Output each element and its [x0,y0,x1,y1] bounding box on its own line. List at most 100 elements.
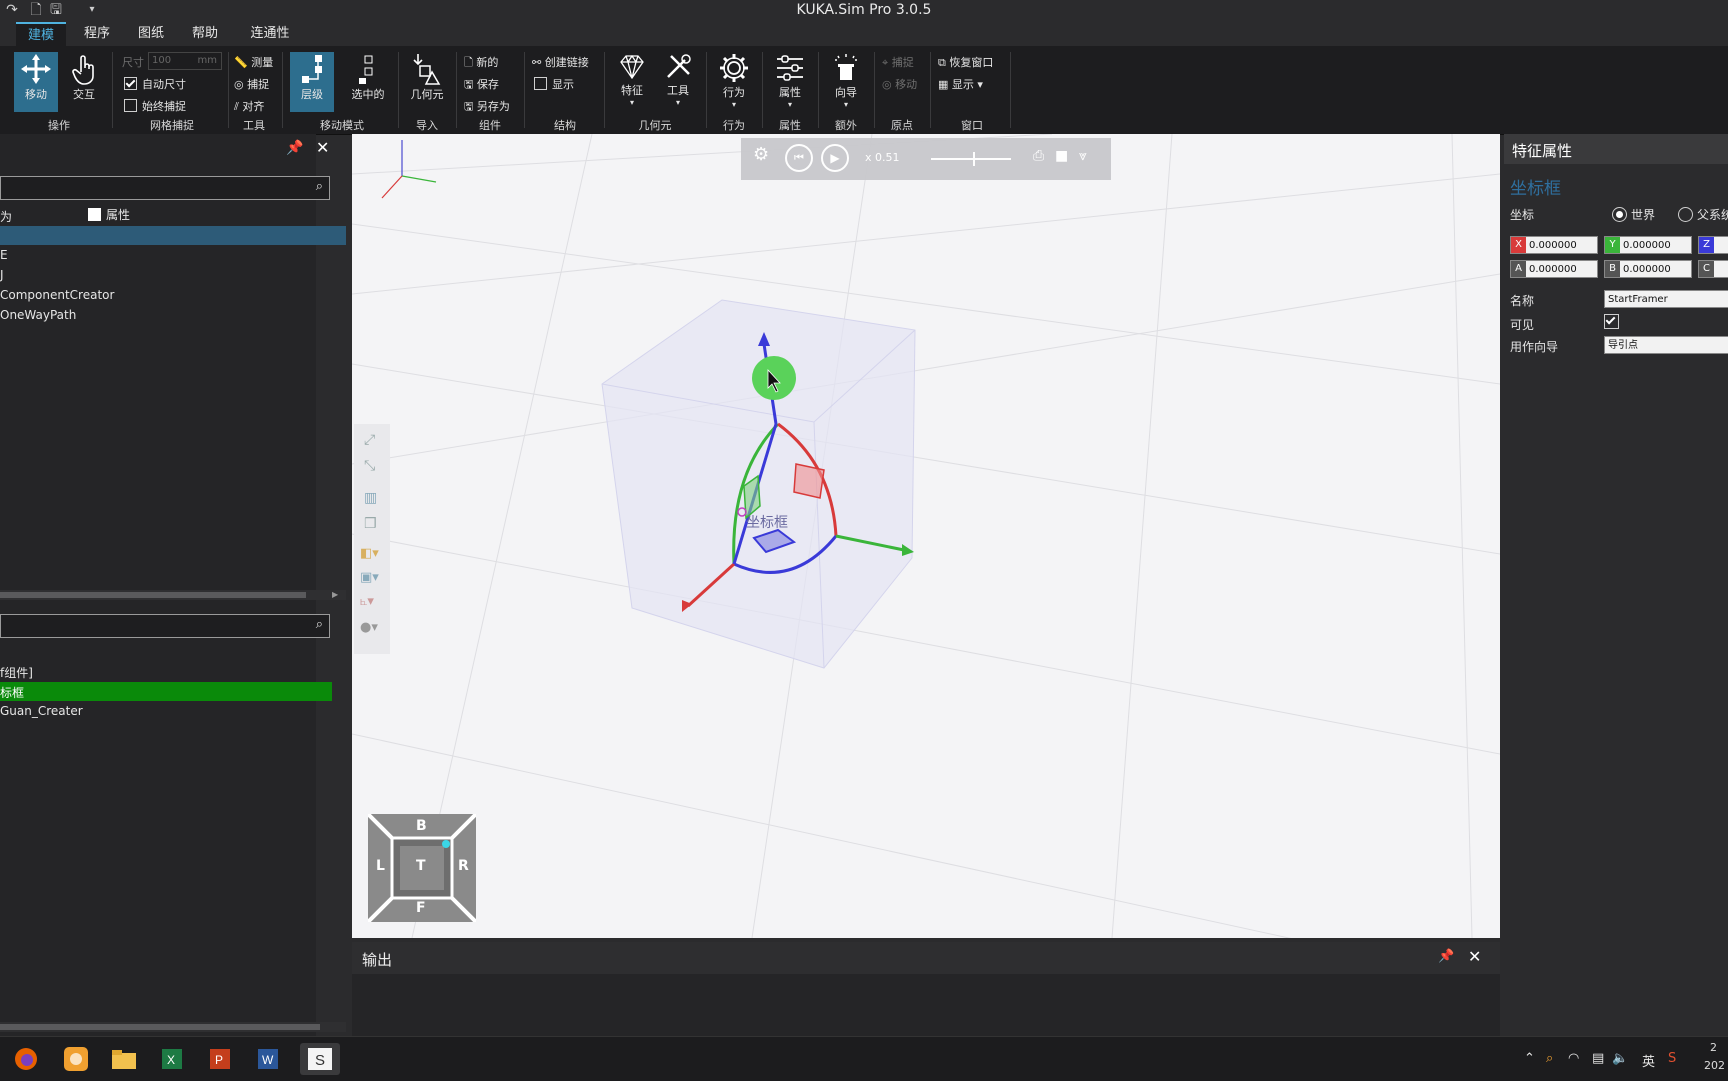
origin-move-button[interactable]: ◎ 移动 [882,76,917,92]
speed-slider[interactable] [931,158,1011,160]
taskbar-firefox[interactable] [10,1043,42,1075]
list-item[interactable]: f组件] [0,664,33,681]
always-snap-checkbox[interactable]: 始终捕捉 [124,98,186,114]
tool-button[interactable]: 工具 ▾ [658,52,698,112]
selected-button[interactable]: 选中的 [344,52,392,112]
feature-search-input[interactable]: ⌕ [0,614,330,638]
property-button[interactable]: 属性 ▾ [768,52,812,112]
snap-button[interactable]: ◎ 捕捉 [234,76,269,92]
geometry-import-button[interactable]: 几何元 [404,52,450,112]
name-input[interactable]: StartFramer [1604,290,1728,308]
restore-window-button[interactable]: ⧉ 恢复窗口 [938,54,993,70]
taskbar-excel[interactable]: X [156,1043,188,1075]
hierarchy-button[interactable]: 层级 [290,52,334,112]
feature-button[interactable]: 特征 ▾ [612,52,652,112]
experience-export-icon[interactable]: ⩔ [1079,148,1087,164]
projection-cube-icon[interactable]: ❒ [364,516,377,532]
video-camera-icon[interactable]: ■ [1055,148,1068,164]
volume-icon[interactable]: 🔈 [1612,1051,1628,1066]
create-link-button[interactable]: ⚯ 创建链接 [532,54,589,70]
settings-gear-icon[interactable]: ⚙ [753,144,769,165]
clock-date[interactable]: 202 [1704,1059,1725,1072]
pin-icon[interactable]: 📌 [1438,949,1454,964]
visible-checkbox[interactable] [1604,314,1624,330]
tab-drawing[interactable]: 图纸 [128,22,174,46]
render-mode-icon[interactable]: ◧▾ [360,546,379,561]
taskbar-word[interactable]: W [252,1043,284,1075]
sogou-ime-icon[interactable]: S [1668,1051,1676,1066]
navcube-front[interactable]: F [416,900,426,916]
navcube-top[interactable]: T [416,858,426,874]
search-tray-icon[interactable]: ⌕ [1546,1051,1553,1066]
z-field[interactable]: Z [1698,236,1728,254]
taskbar-explorer[interactable] [108,1043,140,1075]
clock-time[interactable]: 2 [1710,1041,1717,1054]
fit-selected-icon[interactable]: ⤡ [364,458,375,474]
save-as-button[interactable]: 🖫 另存为 [464,98,510,117]
network-icon[interactable]: ◠ [1568,1051,1579,1066]
tab-modeling[interactable]: 建模 [16,22,66,48]
align-button[interactable]: ⫽ 对齐 [234,98,264,114]
show-hidden-icons[interactable]: ⌃ [1524,1051,1535,1066]
size-input[interactable]: 100 mm [148,52,222,70]
behavior-button[interactable]: 行为 ▾ [712,52,756,112]
list-item[interactable]: Guan_Creater [0,704,83,718]
measure-button[interactable]: 📏 测量 [234,54,273,70]
scroll-right-icon[interactable]: ▶ [332,590,338,599]
b-field[interactable]: B 0.000000 [1604,260,1692,278]
close-icon[interactable]: ✕ [1468,947,1481,966]
rewind-button[interactable]: ⏮ [785,144,813,172]
tab-program[interactable]: 程序 [74,22,120,46]
taskbar-app2[interactable] [60,1043,92,1075]
world-radio[interactable]: 世界 [1612,206,1655,223]
a-field[interactable]: A 0.000000 [1510,260,1598,278]
display-dropdown[interactable]: ▦ 显示 ▾ [938,76,983,92]
y-field[interactable]: Y 0.000000 [1604,236,1692,254]
navigation-cube[interactable]: B L T R F [368,814,476,922]
navcube-left[interactable]: L [376,858,385,874]
interact-button[interactable]: 交互 [64,52,104,112]
tree-item[interactable]: J [0,268,4,282]
selected-feature-row[interactable]: 标框 [0,682,332,701]
tab-connectivity[interactable]: 连通性 [240,22,300,46]
property-column-checkbox[interactable]: 属性 [88,206,130,223]
horizontal-scrollbar[interactable] [0,1022,346,1032]
pdf-export-icon[interactable]: ⎙ [1033,148,1044,164]
3d-viewport[interactable]: 坐标框 ⚙ ⏮ ▶ x 0.51 ⎙ ■ ⩔ ⤢ ⤡ ▥ ❒ ◧▾ ▣▾ ⦜▾ … [352,134,1500,938]
structure-search-input[interactable]: ⌕ [0,176,330,200]
selected-tree-row[interactable] [0,226,346,245]
pin-icon[interactable]: 📌 [286,140,303,156]
navcube-back[interactable]: B [416,818,427,834]
taskbar-powerpoint[interactable]: P [204,1043,236,1075]
new-component-button[interactable]: 🗋 新的 [464,54,498,73]
axes-icon[interactable]: ⦜▾ [360,594,374,609]
close-icon[interactable]: ✕ [316,138,329,157]
speed-slider-handle[interactable] [973,152,975,166]
image-icon[interactable]: ▣▾ [360,570,379,585]
tree-item[interactable]: ComponentCreator [0,288,114,302]
scrollbar-thumb[interactable] [0,592,306,598]
wizard-button[interactable]: 向导 ▾ [824,52,868,112]
save-component-button[interactable]: 🖫 保存 [464,76,499,95]
origin-snap-button[interactable]: ⌖ 捕捉 [882,54,914,70]
tab-help[interactable]: 帮助 [182,22,228,46]
taskbar-kukasim[interactable]: S [300,1043,340,1075]
app-tray-icon[interactable]: ▤ [1592,1051,1604,1066]
tree-item[interactable]: OneWayPath [0,308,76,322]
tree-item[interactable]: E [0,248,8,262]
guide-select[interactable]: 导引点 [1604,336,1728,354]
move-button[interactable]: 移动 [14,52,58,112]
navcube-right[interactable]: R [458,858,469,874]
horizontal-scrollbar[interactable] [0,590,346,600]
fit-all-icon[interactable]: ⤢ [364,432,375,448]
ime-indicator[interactable]: 英 [1642,1051,1655,1070]
layout-icon[interactable]: ▥ [364,490,377,506]
c-field[interactable]: C [1698,260,1728,278]
scrollbar-thumb[interactable] [0,1024,320,1030]
auto-size-checkbox[interactable]: 自动尺寸 [124,76,186,92]
play-button[interactable]: ▶ [821,144,849,172]
parent-radio[interactable]: 父系统 [1678,206,1728,223]
show-structure-checkbox[interactable]: 显示 [534,76,574,92]
sphere-icon[interactable]: ●▾ [360,620,378,635]
x-field[interactable]: X 0.000000 [1510,236,1598,254]
